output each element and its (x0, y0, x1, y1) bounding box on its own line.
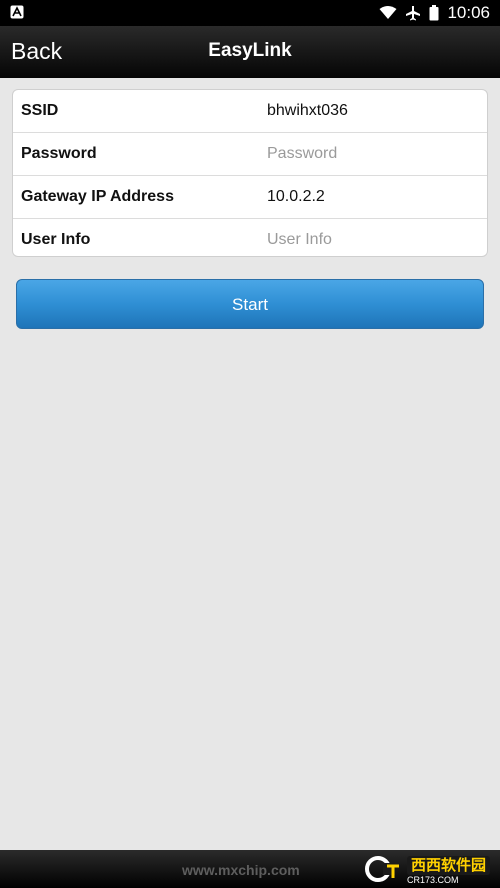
gateway-ip-label: Gateway IP Address (21, 188, 174, 205)
start-button[interactable]: Start (16, 279, 484, 329)
status-icons: 10:06 (379, 3, 490, 23)
password-field[interactable] (265, 141, 479, 167)
user-info-field[interactable] (265, 227, 479, 253)
form-row-password: Password (13, 133, 487, 176)
form-row-user-info: User Info (13, 219, 487, 261)
form-row-gateway: Gateway IP Address (13, 176, 487, 219)
cr173-logo-icon (364, 856, 399, 882)
status-bar: 10:06 (0, 0, 500, 26)
watermark-text: 西西软件园 (406, 855, 490, 875)
status-clock: 10:06 (447, 3, 490, 22)
page-title: EasyLink (208, 40, 292, 61)
notification-a-icon (10, 5, 24, 19)
navigation-bar: Back EasyLink (0, 26, 500, 79)
footer-url: www.mxchip.com (182, 862, 300, 878)
watermark: 西西软件园 CR173.COM (363, 853, 490, 885)
gateway-ip-field[interactable] (265, 184, 479, 210)
user-info-label: User Info (21, 231, 91, 248)
watermark-sub: CR173.COM (406, 874, 459, 885)
form-row-ssid: SSID (13, 90, 487, 133)
settings-form: SSID Password Gateway IP Address User In… (12, 89, 488, 257)
main-content: SSID Password Gateway IP Address User In… (0, 78, 500, 850)
wifi-icon (379, 6, 397, 19)
battery-icon (429, 5, 439, 21)
ssid-label: SSID (21, 102, 59, 119)
bottom-bar: www.mxchip.com 西西软件园 CR173.COM (0, 850, 500, 888)
password-label: Password (21, 145, 97, 162)
airplane-icon (406, 6, 421, 21)
ssid-field[interactable] (265, 98, 479, 124)
